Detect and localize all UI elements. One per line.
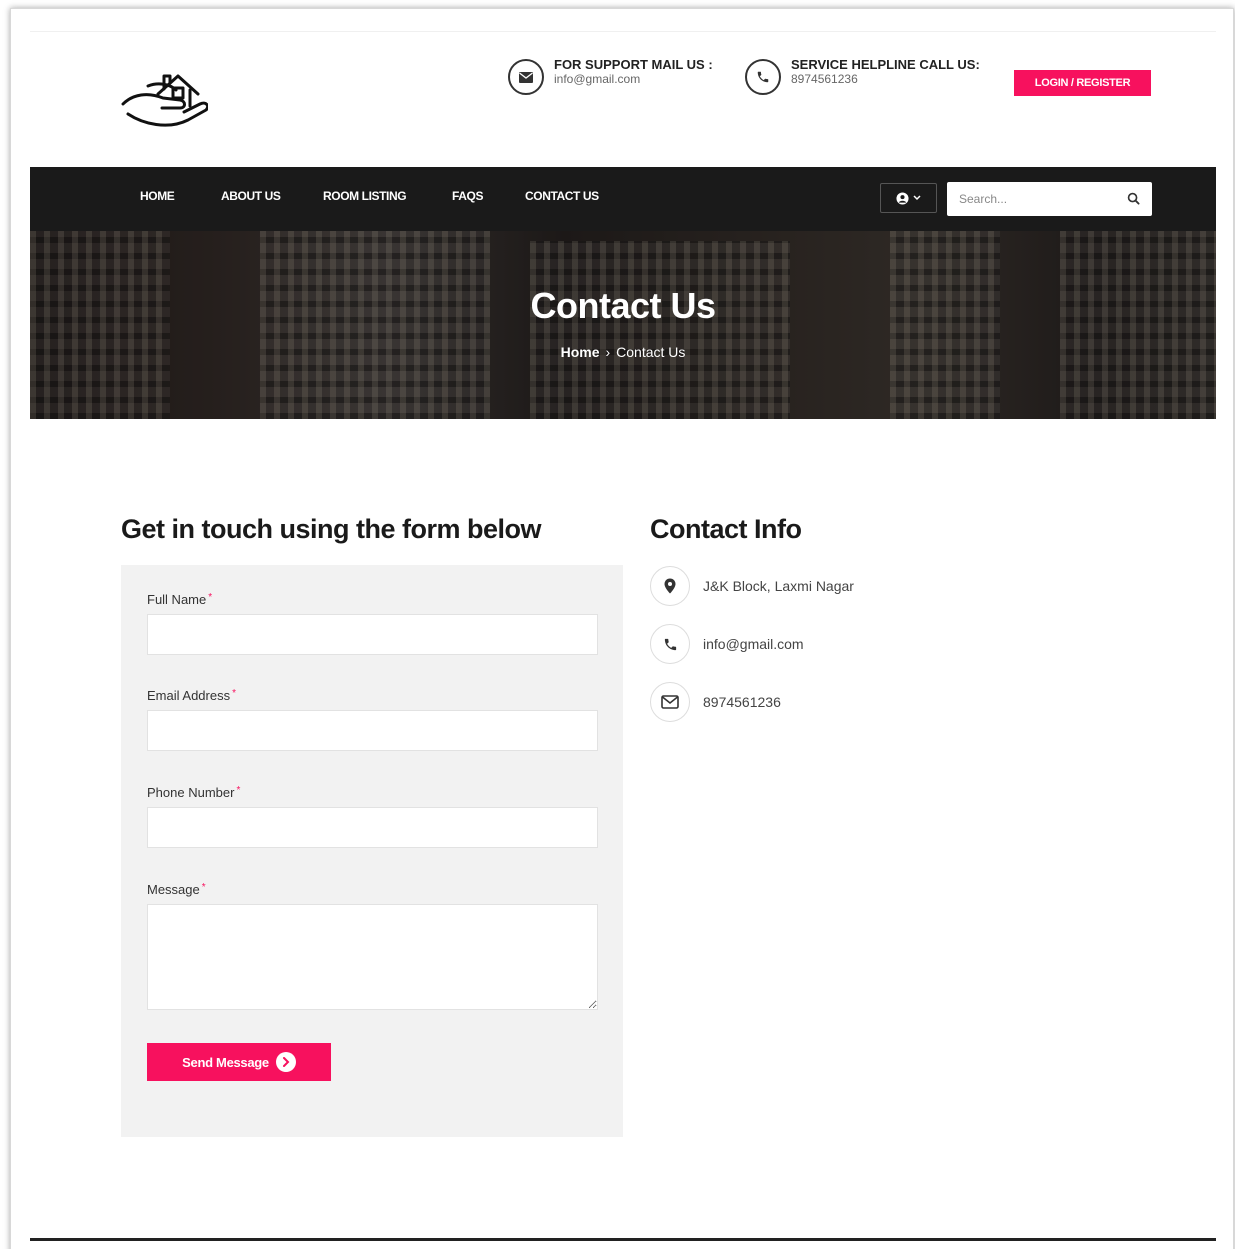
phone-icon-circle — [650, 682, 690, 722]
breadcrumb: Home › Contact Us — [30, 344, 1216, 360]
user-icon — [896, 191, 909, 205]
breadcrumb-current: Contact Us — [616, 344, 686, 360]
message-label: Message * — [147, 882, 206, 897]
chevron-down-icon — [913, 195, 921, 201]
envelope-icon — [519, 71, 533, 83]
email-icon-circle — [650, 624, 690, 664]
helpline-label: SERVICE HELPLINE CALL US: — [791, 57, 980, 72]
info-email-row: info@gmail.com — [650, 624, 804, 664]
envelope-icon — [661, 695, 679, 709]
search-icon[interactable] — [1127, 192, 1140, 205]
info-address-row: J&K Block, Laxmi Nagar — [650, 566, 854, 606]
full-name-label-text: Full Name — [147, 592, 207, 607]
support-email[interactable]: info@gmail.com — [554, 72, 713, 86]
support-mail-block: FOR SUPPORT MAIL US : info@gmail.com — [508, 57, 713, 95]
info-phone[interactable]: 8974561236 — [703, 694, 781, 710]
helpline-block: SERVICE HELPLINE CALL US: 8974561236 — [745, 57, 980, 95]
phone-input[interactable] — [147, 807, 598, 848]
send-message-label: Send Message — [182, 1054, 269, 1070]
phone-icon — [757, 71, 769, 83]
contact-info-heading: Contact Info — [650, 514, 802, 544]
message-textarea[interactable] — [147, 904, 598, 1010]
page-frame: FOR SUPPORT MAIL US : info@gmail.com SER… — [10, 8, 1234, 1249]
email-label: Email Address * — [147, 688, 236, 703]
nav-contact-us[interactable]: CONTACT US — [525, 189, 599, 203]
phone-icon — [664, 638, 676, 650]
nav-faqs[interactable]: FAQS — [452, 189, 483, 203]
footer-divider — [30, 1238, 1216, 1241]
full-name-input[interactable] — [147, 614, 598, 655]
message-label-text: Message — [147, 882, 200, 897]
nav-room-listing[interactable]: ROOM LISTING — [323, 189, 407, 203]
form-heading: Get in touch using the form below — [121, 514, 542, 544]
helpline-number[interactable]: 8974561236 — [791, 72, 980, 86]
email-input[interactable] — [147, 710, 598, 751]
map-pin-icon — [664, 578, 676, 594]
nav-about-us[interactable]: ABOUT US — [221, 189, 281, 203]
phone-label-text: Phone Number — [147, 785, 235, 800]
required-mark: * — [208, 592, 213, 603]
breadcrumb-separator: › — [605, 344, 611, 360]
main-navbar: HOME ABOUT US ROOM LISTING FAQS CONTACT … — [30, 167, 1216, 231]
info-address: J&K Block, Laxmi Nagar — [703, 578, 854, 594]
breadcrumb-home[interactable]: Home — [561, 344, 600, 360]
nav-home[interactable]: HOME — [140, 189, 175, 203]
page-content: FOR SUPPORT MAIL US : info@gmail.com SER… — [30, 9, 1216, 1249]
info-email[interactable]: info@gmail.com — [703, 636, 804, 652]
info-phone-row: 8974561236 — [650, 682, 781, 722]
support-icon-circle — [508, 59, 544, 95]
house-in-hand-icon — [121, 74, 210, 127]
address-icon-circle — [650, 566, 690, 606]
contact-form: Full Name * Email Address * Phone Number * … — [121, 565, 623, 1137]
user-menu-button[interactable] — [880, 183, 937, 213]
required-mark: * — [201, 882, 206, 893]
page-title: Contact Us — [530, 285, 716, 326]
required-mark: * — [232, 688, 236, 699]
top-divider — [30, 31, 1216, 32]
search-input[interactable] — [959, 184, 1129, 214]
site-logo[interactable] — [118, 64, 210, 134]
send-message-button[interactable]: Send Message — [147, 1043, 331, 1081]
email-label-text: Email Address — [147, 688, 231, 703]
send-arrow-circle — [275, 1052, 296, 1072]
helpline-icon-circle — [745, 59, 781, 95]
phone-label: Phone Number * — [147, 785, 240, 800]
chevron-right-icon — [282, 1057, 290, 1067]
search-box — [947, 182, 1152, 216]
support-label: FOR SUPPORT MAIL US : — [554, 57, 713, 72]
required-mark: * — [236, 785, 241, 796]
hero-banner: Contact Us Home › Contact Us — [30, 231, 1216, 419]
full-name-label: Full Name * — [147, 592, 212, 607]
login-register-button[interactable]: LOGIN / REGISTER — [1014, 70, 1151, 96]
